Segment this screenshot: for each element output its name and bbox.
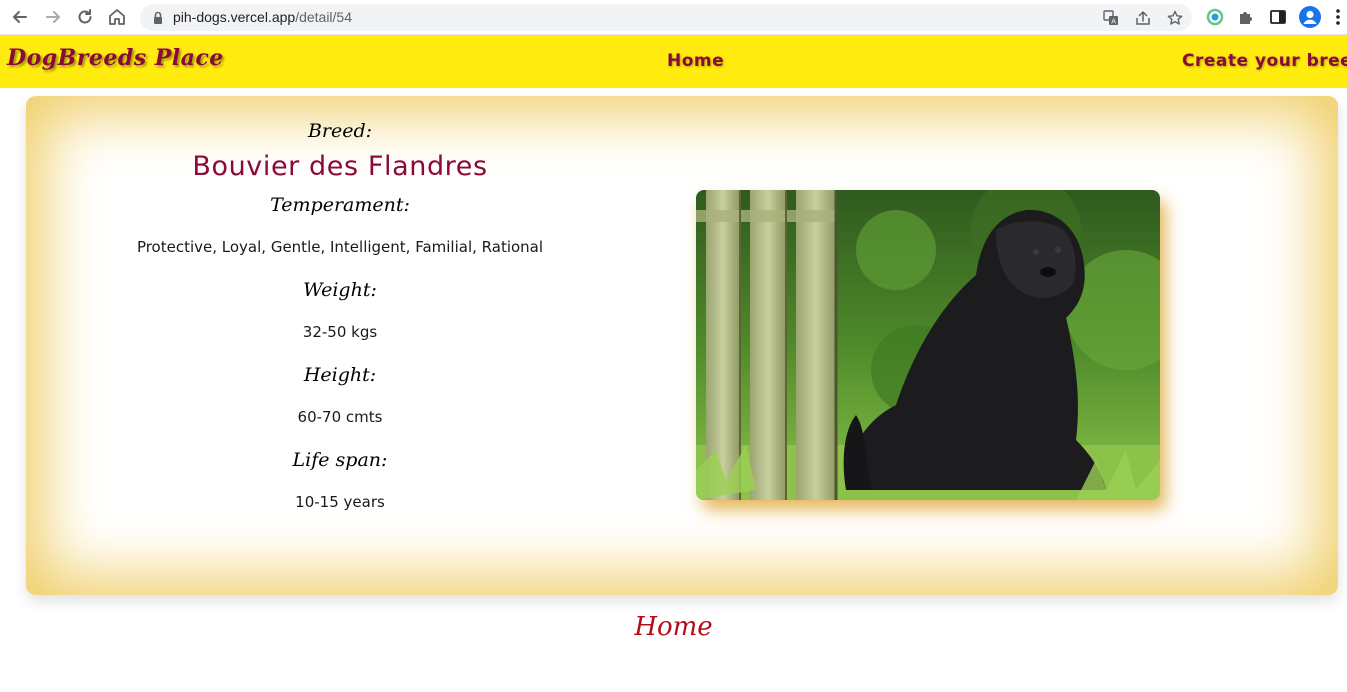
url-path: /detail/54	[295, 9, 353, 25]
temperament-label: Temperament:	[270, 194, 410, 216]
weight-label: Weight:	[303, 279, 377, 301]
browser-toolbar: pih-dogs.vercel.app/detail/54 A	[0, 0, 1347, 35]
url-host: pih-dogs.vercel.app	[173, 9, 296, 25]
brand-logo[interactable]: DogBreeds Place	[7, 45, 224, 71]
home-icon[interactable]	[106, 6, 128, 28]
address-bar[interactable]: pih-dogs.vercel.app/detail/54 A	[140, 4, 1192, 31]
site-navbar: DogBreeds Place Home Create your breed	[0, 35, 1347, 88]
lifespan-label: Life span:	[292, 449, 388, 471]
breed-info: Breed: Bouvier des Flandres Temperament:…	[26, 96, 654, 595]
profile-icon[interactable]	[1299, 6, 1321, 28]
lifespan-value: 10-15 years	[295, 493, 385, 511]
extension-icon[interactable]	[1204, 6, 1226, 28]
menu-icon[interactable]	[1331, 6, 1345, 28]
weight-value: 32-50 kgs	[302, 323, 378, 341]
forward-icon[interactable]	[42, 6, 64, 28]
breed-photo	[696, 190, 1160, 500]
puzzle-icon[interactable]	[1235, 6, 1257, 28]
nav-create-breed-link[interactable]: Create your breed	[1182, 51, 1347, 71]
nav-home-link[interactable]: Home	[667, 51, 724, 71]
side-panel-icon[interactable]	[1267, 6, 1289, 28]
svg-text:A: A	[1111, 18, 1116, 26]
translate-icon[interactable]: A	[1102, 9, 1120, 27]
star-icon[interactable]	[1166, 9, 1184, 27]
breed-label: Breed:	[307, 120, 373, 142]
reload-icon[interactable]	[74, 6, 96, 28]
temperament-value: Protective, Loyal, Gentle, Intelligent, …	[136, 238, 544, 256]
lock-icon[interactable]	[153, 10, 163, 24]
url-text[interactable]: pih-dogs.vercel.app/detail/54	[173, 9, 352, 25]
share-icon[interactable]	[1134, 9, 1152, 27]
breed-detail-card: Breed: Bouvier des Flandres Temperament:…	[26, 96, 1338, 595]
height-value: 60-70 cmts	[297, 408, 383, 426]
back-icon[interactable]	[9, 6, 31, 28]
height-label: Height:	[303, 364, 377, 386]
footer-home-link[interactable]: Home	[0, 612, 1347, 642]
breed-name: Bouvier des Flandres	[192, 151, 488, 182]
